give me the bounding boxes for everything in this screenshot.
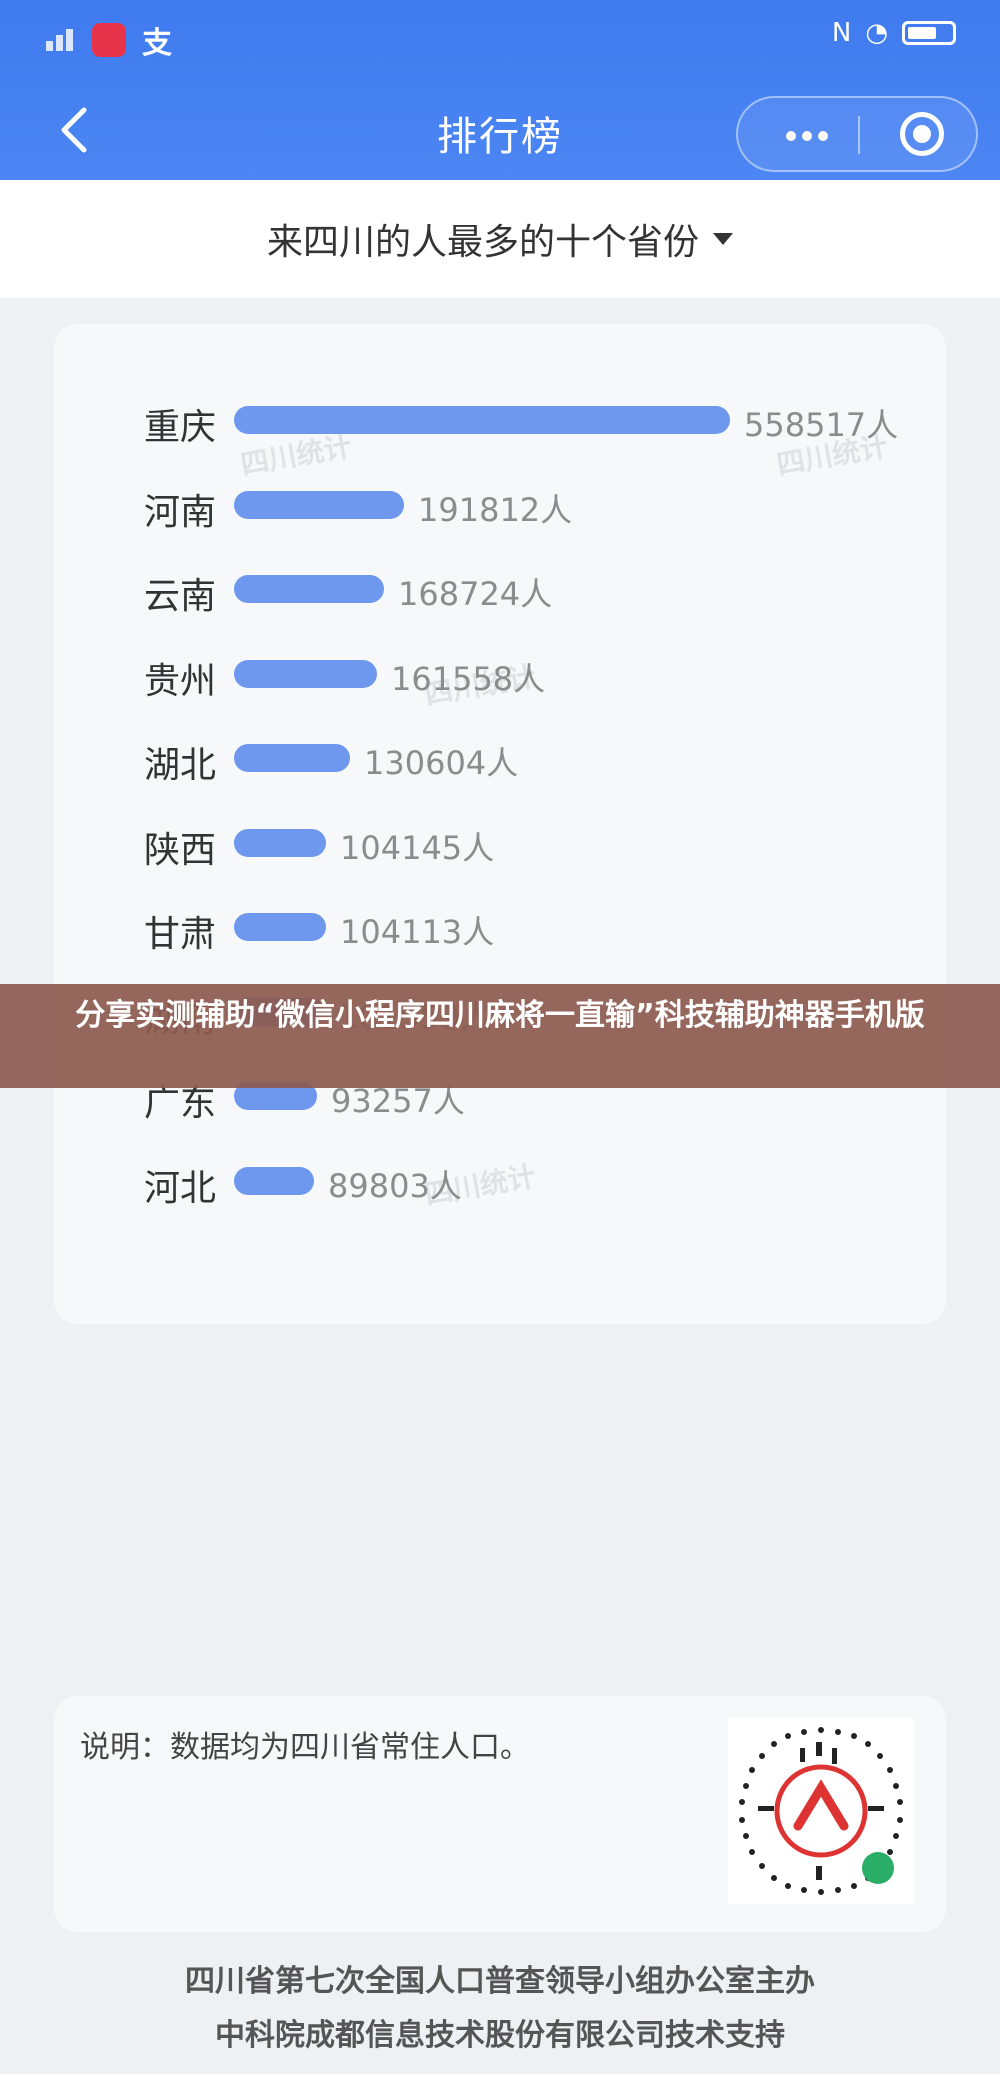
- province-name: 贵州: [144, 660, 217, 702]
- province-name: 湖北: [144, 745, 217, 786]
- province-name: 陕西: [144, 829, 217, 871]
- population-value: 161558人: [391, 659, 546, 698]
- signal-icon: [46, 29, 76, 51]
- navigation-bar: 排行榜: [0, 80, 1000, 180]
- population-value: 558517人: [744, 406, 899, 444]
- footer-support: 中科院成都信息技术股份有限公司技术支持: [215, 2018, 785, 2053]
- population-bar: [234, 575, 384, 603]
- ranking-row: 贵州 161558人: [54, 646, 946, 706]
- ranking-row: 重庆 558517人: [54, 392, 946, 452]
- province-name: 云南: [144, 576, 217, 617]
- qr-pattern-icon: [739, 1727, 903, 1895]
- ranking-row: 甘肃 104113人: [54, 899, 946, 959]
- battery-icon: [902, 21, 956, 45]
- capsule-divider: [858, 116, 860, 154]
- population-bar: [234, 913, 326, 941]
- caret-down-icon: [713, 233, 733, 245]
- population-value: 104113人: [340, 913, 495, 951]
- population-value: 168724人: [398, 575, 553, 613]
- province-name: 河北: [144, 1167, 217, 1209]
- population-bar: [234, 1166, 314, 1195]
- nfc-icon: N: [831, 18, 852, 48]
- province-name: 河南: [144, 491, 217, 533]
- status-bar: 支 N ◔: [0, 0, 1000, 70]
- population-bar: [234, 490, 404, 519]
- mini-program-capsule: [736, 96, 978, 172]
- ranking-row: 河北 89803人: [54, 1153, 946, 1213]
- ranking-card: 四川统计 四川统计 四川统计 四川统计 重庆 558517人 河南 191812人 云南…: [54, 324, 946, 1324]
- alipay-icon: 支: [142, 26, 172, 61]
- footer-organizer: 四川省第七次全国人口普查领导小组办公室主办: [185, 1964, 815, 1999]
- note-text: 说明：数据均为四川省常住人口。: [80, 1730, 530, 1765]
- ranking-row: 云南 168724人: [54, 561, 946, 621]
- population-bar: [234, 828, 326, 857]
- qr-code: [728, 1718, 914, 1904]
- note-card: 说明：数据均为四川省常住人口。: [54, 1696, 946, 1932]
- population-value: 104145人: [340, 828, 495, 867]
- population-value: 89803人: [328, 1166, 462, 1205]
- population-value: 130604人: [364, 744, 519, 782]
- ranking-selector[interactable]: 来四川的人最多的十个省份: [0, 180, 1000, 298]
- population-bar: [234, 406, 730, 434]
- ranking-row: 湖北 130604人: [54, 730, 946, 790]
- close-mini-program-icon[interactable]: [900, 112, 944, 156]
- app-notification-icon: [92, 23, 126, 57]
- ranking-row: 陕西 104145人: [54, 815, 946, 875]
- population-bar: [234, 744, 350, 772]
- sync-icon: ◔: [865, 18, 888, 48]
- header: 支 N ◔ 排行榜: [0, 0, 1000, 180]
- ranking-row: 河南 191812人: [54, 477, 946, 537]
- population-bar: [234, 659, 377, 688]
- population-value: 191812人: [418, 490, 573, 529]
- more-icon[interactable]: [772, 98, 842, 170]
- province-name: 甘肃: [144, 914, 217, 955]
- ranking-selector-label: 来四川的人最多的十个省份: [266, 222, 699, 263]
- overlay-banner: 分享实测辅助“微信小程序四川麻将一直输”科技辅助神器手机版: [0, 984, 1000, 1088]
- province-name: 重庆: [144, 407, 217, 448]
